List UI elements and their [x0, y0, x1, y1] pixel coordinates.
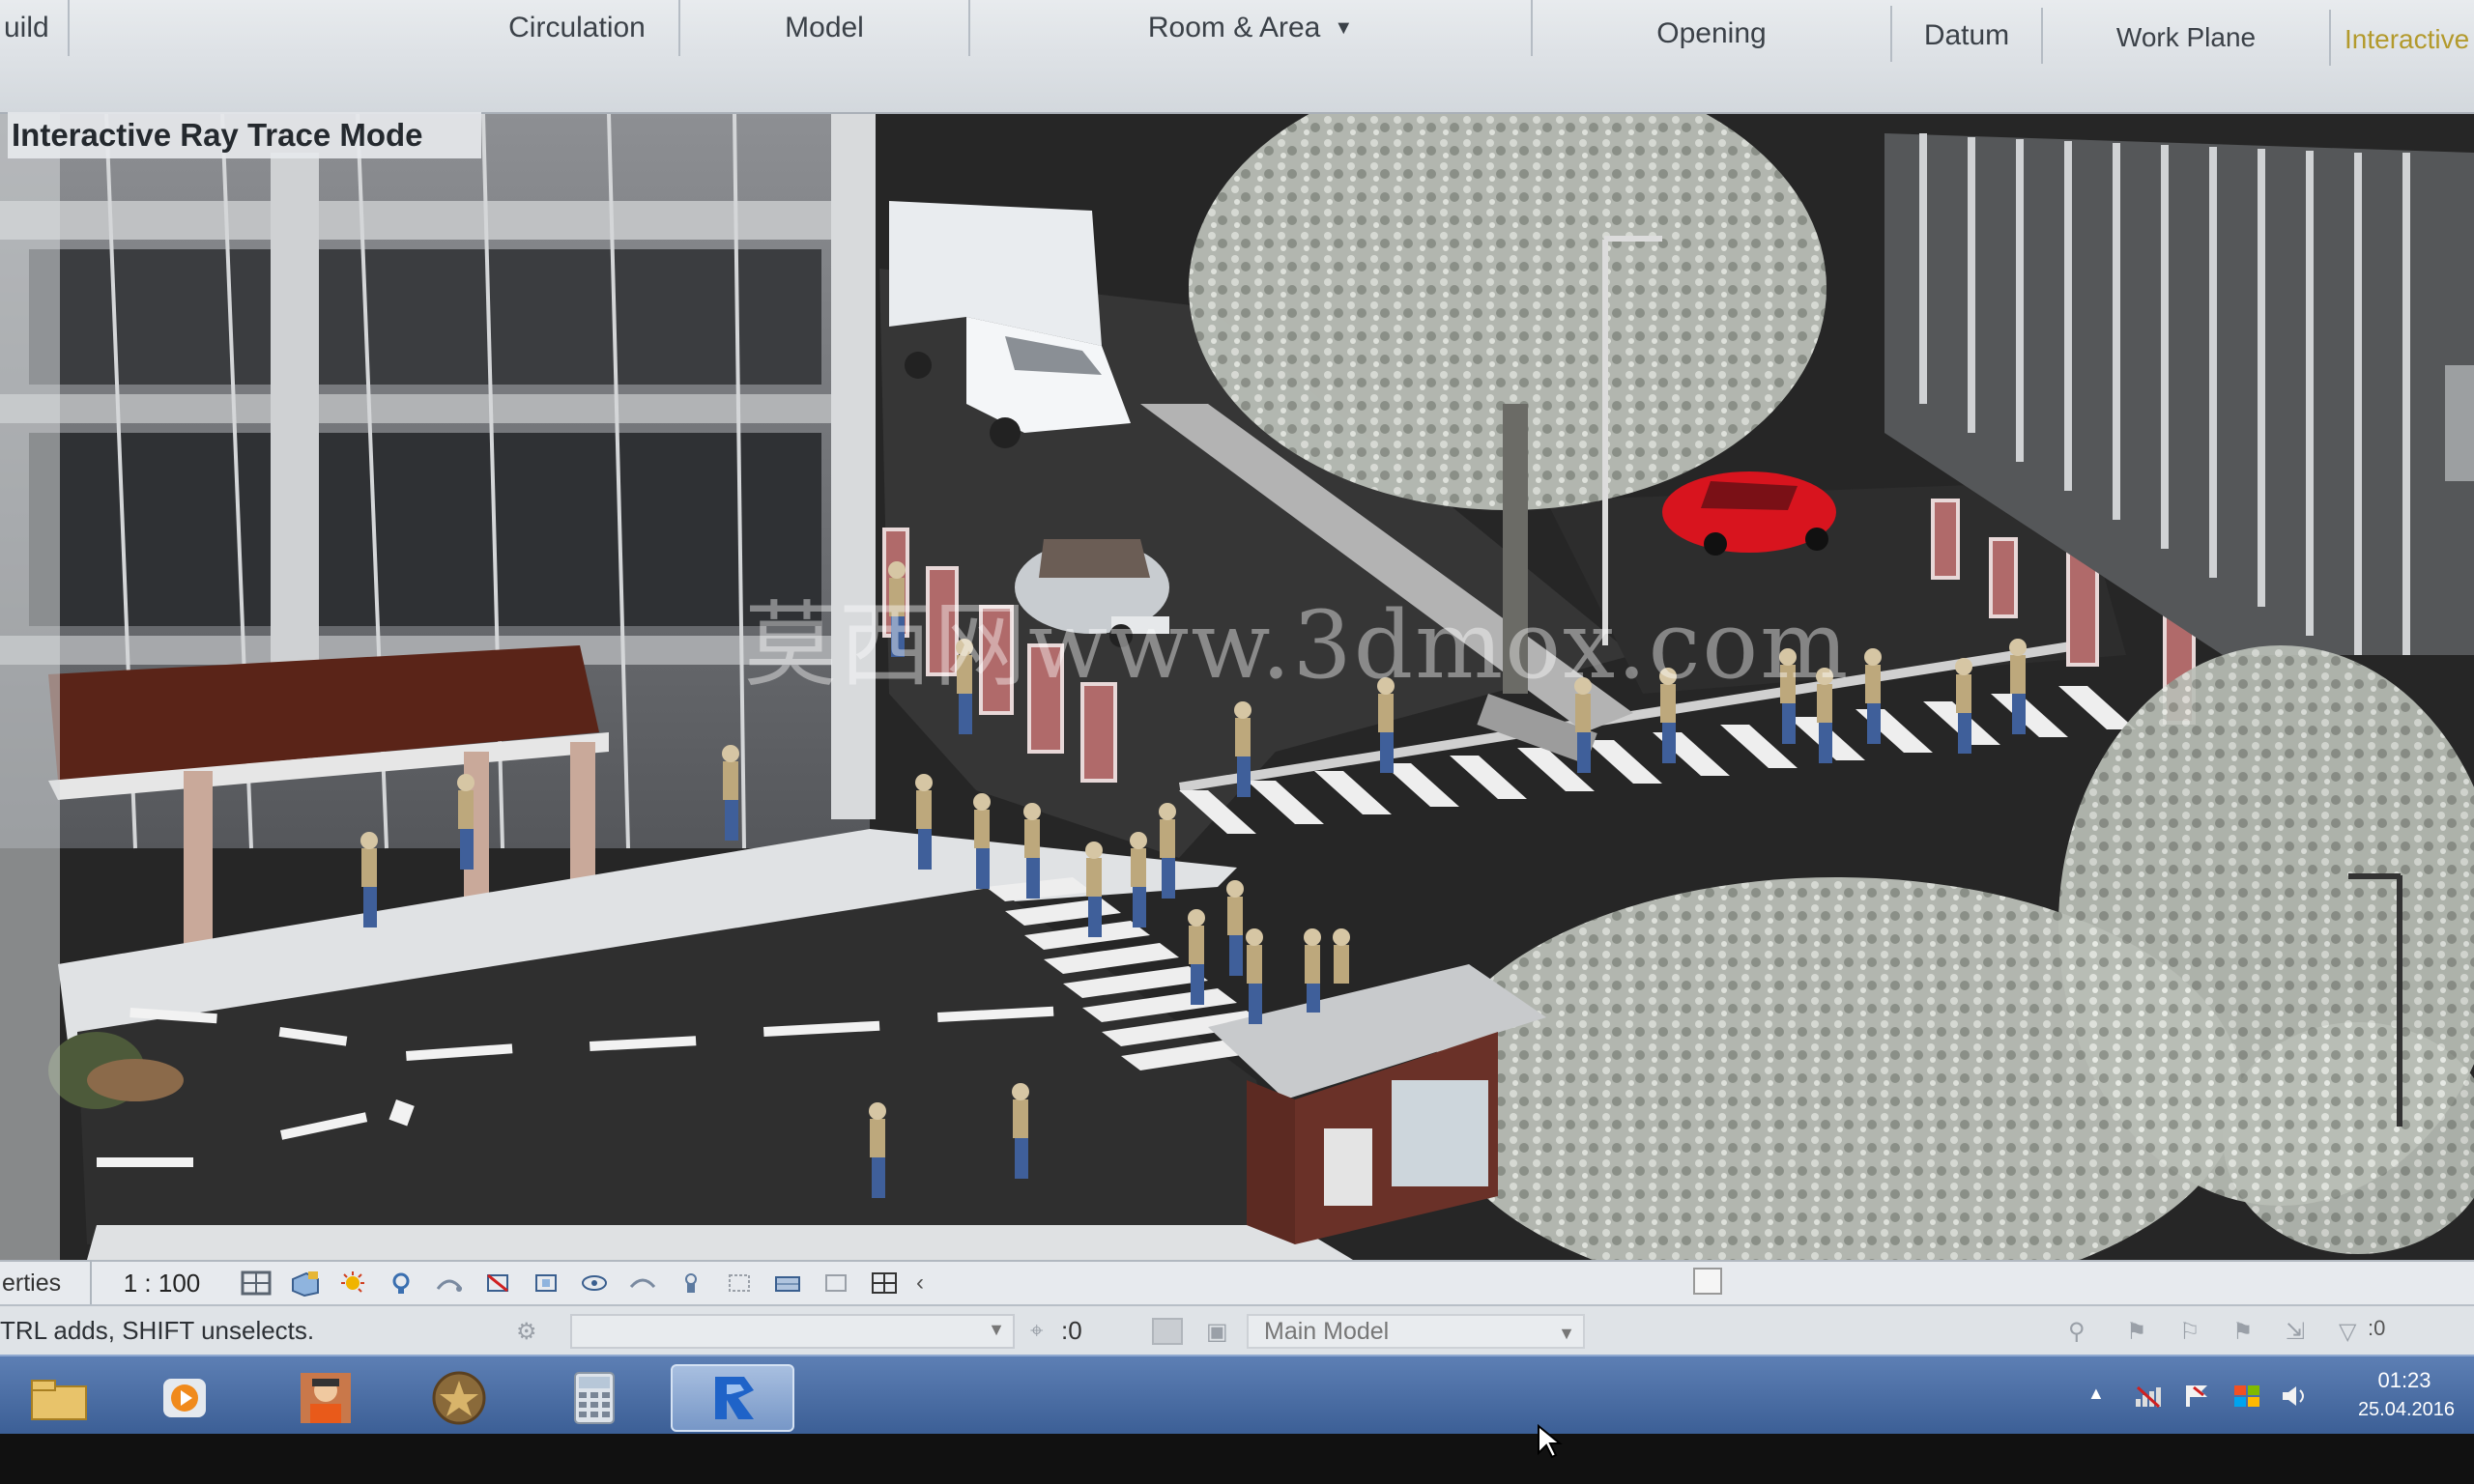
constraints-icon[interactable]	[812, 1264, 860, 1302]
editable-count: :0	[1061, 1316, 1082, 1345]
volume-icon[interactable]	[2281, 1384, 2310, 1409]
watermark: 莫西网www.3dmox.com	[744, 591, 1851, 699]
shadows-icon[interactable]	[377, 1264, 425, 1302]
render-icon[interactable]	[425, 1264, 474, 1302]
ribbon-panel-label: Work Plane	[2115, 22, 2257, 52]
ribbon-panel-circulation[interactable]: Circulation	[475, 0, 680, 56]
filter-count: :0	[2368, 1316, 2386, 1340]
ribbon-panel-label: Opening	[1656, 17, 1767, 49]
action-center-icon[interactable]	[2182, 1384, 2211, 1409]
highlight-icon[interactable]	[763, 1264, 812, 1302]
select-underlay-icon[interactable]: ⚑	[2126, 1318, 2157, 1345]
user-app-icon[interactable]	[273, 1364, 379, 1432]
lock-3d-icon[interactable]	[667, 1264, 715, 1302]
model-select[interactable]: Main Model ▼	[1247, 1314, 1585, 1349]
design-options-icon[interactable]	[1152, 1318, 1183, 1345]
revit-screen: uild Circulation Model Room & Area ▼ Open…	[0, 0, 2474, 1484]
ribbon-panel-label: Interactive	[2345, 24, 2470, 54]
ribbon-panel-build[interactable]: uild	[0, 0, 70, 56]
ribbon-panel-label: Model	[785, 12, 864, 43]
viewcube-fragment[interactable]	[2445, 365, 2474, 481]
network-icon[interactable]	[2134, 1384, 2163, 1409]
calculator-icon[interactable]	[541, 1364, 647, 1432]
properties-tab[interactable]: erties	[0, 1261, 92, 1305]
ribbon: uild Circulation Model Room & Area ▼ Open…	[0, 0, 2474, 114]
ribbon-panel-label: uild	[4, 12, 49, 43]
view-scale[interactable]: 1 : 100	[92, 1269, 232, 1298]
ribbon-panel-room-area[interactable]: Room & Area ▼	[970, 0, 1533, 56]
ribbon-panel-opening[interactable]: Opening	[1533, 6, 1892, 62]
lower-sidewalk	[87, 1225, 1353, 1260]
worksharing-icon[interactable]	[860, 1264, 908, 1302]
design-option-icon[interactable]: ▣	[1206, 1318, 1237, 1345]
tray-expand-icon[interactable]: ▲	[2087, 1384, 2116, 1409]
clock-date[interactable]: 25.04.2016	[2339, 1399, 2474, 1421]
workset-field[interactable]: ▼	[570, 1314, 1015, 1349]
crop-view-icon[interactable]	[474, 1264, 522, 1302]
show-crop-icon[interactable]	[522, 1264, 570, 1302]
file-explorer-icon[interactable]	[6, 1364, 112, 1432]
ribbon-panel-label: Room & Area	[1147, 12, 1321, 43]
unsaved-indicator[interactable]	[1693, 1268, 1722, 1295]
status-bar: TRL adds, SHIFT unselects. ⚙ ▼ ⌖ :0 ▣ Ma…	[0, 1304, 2474, 1355]
select-links-icon[interactable]: ⚲	[2068, 1318, 2099, 1345]
ribbon-panel-work-plane[interactable]: Work Plane	[2043, 10, 2331, 66]
view-control-bar: erties 1 : 100 ‹	[0, 1260, 2474, 1305]
clock-time[interactable]: 01:23	[2346, 1368, 2462, 1393]
status-message: TRL adds, SHIFT unselects.	[0, 1316, 315, 1345]
model-select-value: Main Model	[1264, 1318, 1390, 1345]
detail-level-icon[interactable]	[232, 1264, 280, 1302]
analysis-icon[interactable]	[715, 1264, 763, 1302]
media-player-icon[interactable]	[131, 1364, 238, 1432]
chevron-down-icon: ▼	[1334, 16, 1354, 39]
revit-icon[interactable]	[671, 1364, 794, 1432]
windows-taskbar: ▲ 01:23 25.04.2016	[0, 1355, 2474, 1434]
view-frame-left	[0, 114, 60, 1260]
view-title: Interactive Ray Trace Mode	[8, 112, 481, 158]
select-pinned-icon[interactable]: ⚐	[2179, 1318, 2210, 1345]
star-app-icon[interactable]	[406, 1364, 512, 1432]
worksets-icon[interactable]: ⚙	[516, 1318, 547, 1345]
temporary-hide-icon[interactable]	[570, 1264, 618, 1302]
visual-style-icon[interactable]	[280, 1264, 329, 1302]
ribbon-panel-interactive[interactable]: Interactive	[2331, 12, 2474, 68]
ribbon-panel-model[interactable]: Model	[680, 0, 970, 56]
drag-elements-icon[interactable]: ⇲	[2286, 1318, 2316, 1345]
ribbon-panel-label: Circulation	[508, 12, 646, 43]
chevron-left-icon[interactable]: ‹	[916, 1270, 924, 1297]
chevron-down-icon: ▼	[1558, 1324, 1575, 1343]
sun-path-icon[interactable]	[329, 1264, 377, 1302]
ribbon-panel-label: Datum	[1923, 19, 2010, 51]
reveal-hidden-icon[interactable]	[618, 1264, 667, 1302]
monitor-bezel	[0, 1424, 2474, 1484]
select-by-face-icon[interactable]: ⚑	[2232, 1318, 2263, 1345]
chevron-down-icon: ▼	[988, 1320, 1005, 1339]
filter-icon[interactable]: ▽	[2339, 1318, 2370, 1345]
windows-flag-icon[interactable]	[2232, 1384, 2261, 1409]
mouse-cursor-icon	[1538, 1424, 1563, 1459]
editable-only-icon[interactable]: ⌖	[1030, 1318, 1061, 1345]
ribbon-panel-datum[interactable]: Datum	[1892, 8, 2043, 64]
